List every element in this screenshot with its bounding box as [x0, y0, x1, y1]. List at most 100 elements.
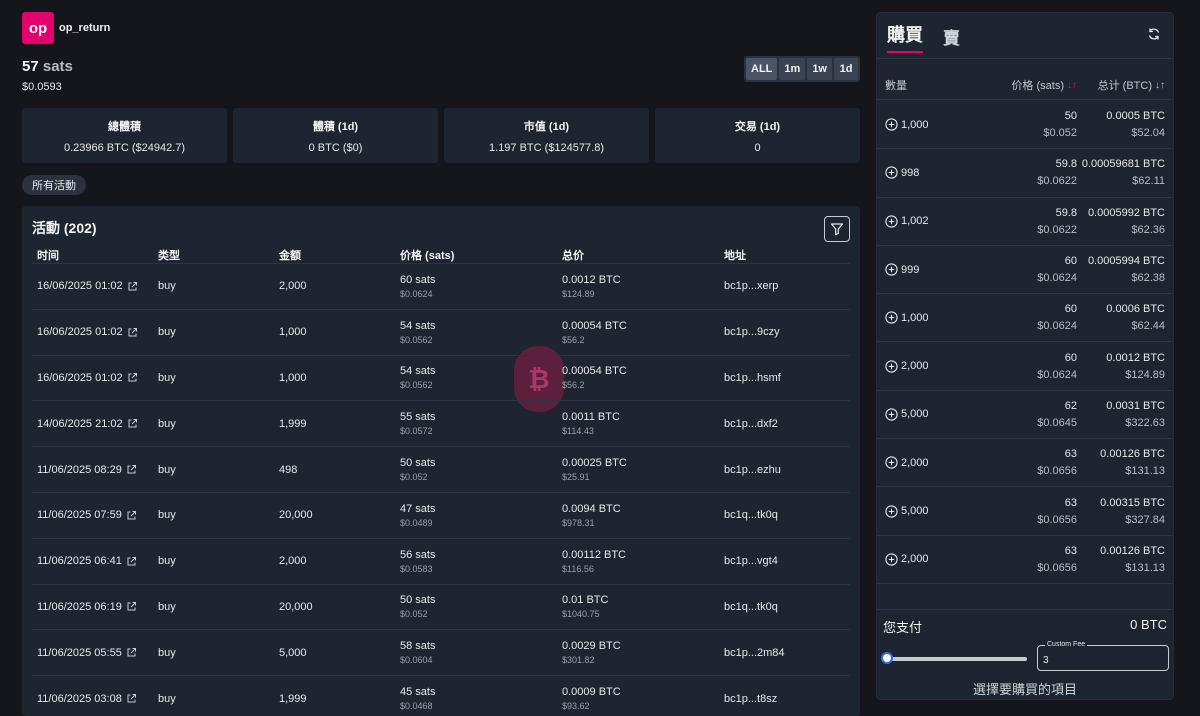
add-circle-icon[interactable] [885, 456, 898, 469]
range-button-all[interactable]: ALL [746, 58, 778, 80]
cell-address[interactable]: bc1p...vgt4 [719, 555, 850, 567]
cell-address[interactable]: bc1q...tk0q [719, 509, 850, 521]
trade-tabs: 購買 賣 [887, 21, 960, 53]
add-circle-icon[interactable] [885, 166, 898, 180]
cell-address[interactable]: bc1p...xerp [719, 280, 850, 292]
cell-address[interactable]: bc1q...tk0q [719, 601, 850, 613]
cell-type: buy [158, 555, 176, 568]
cell-price: 50 sats $0.052 [395, 457, 557, 482]
cell-address[interactable]: bc1p...dxf2 [719, 418, 850, 430]
tab-sell[interactable]: 賣 [943, 24, 960, 53]
total-btc: 0.0029 BTC [562, 640, 621, 653]
external-link-icon[interactable] [127, 372, 138, 383]
total-btc: 0.00112 BTC [562, 548, 627, 561]
add-circle-icon[interactable] [885, 359, 898, 373]
order-qty-text: 999 [901, 263, 920, 276]
order-qty-text: 2,000 [901, 553, 929, 566]
external-link-icon[interactable] [126, 464, 137, 475]
order-total: 0.00126 BTC $131.13 [1077, 448, 1165, 477]
cell-address[interactable]: bc1p...ezhu [719, 464, 850, 476]
refresh-icon[interactable] [1147, 27, 1161, 41]
order-row[interactable]: 5,000 62 $0.0645 0.0031 BTC $322.63 [877, 391, 1173, 440]
cell-type: buy [158, 371, 176, 384]
order-row[interactable]: 1,000 50 $0.052 0.0005 BTC $52.04 [877, 101, 1173, 150]
external-link-icon[interactable] [127, 281, 138, 292]
time-text: 14/06/2025 21:02 [37, 417, 123, 430]
order-total-btc: 0.0005994 BTC [1087, 255, 1165, 268]
add-circle-icon[interactable] [885, 311, 898, 324]
order-price: 60 $0.0624 [987, 303, 1077, 332]
order-row[interactable]: 5,000 63 $0.0656 0.00315 BTC $327.84 [877, 487, 1173, 536]
add-circle-icon[interactable] [885, 215, 898, 228]
add-circle-icon[interactable] [885, 504, 898, 518]
header-price-sort[interactable]: 价格 (sats) ↓↑ [987, 77, 1077, 93]
order-row[interactable]: 1,002 59.8 $0.0622 0.0005992 BTC $62.36 [877, 198, 1173, 246]
order-row[interactable]: 1,000 60 $0.0624 0.0006 BTC $62.44 [877, 294, 1173, 343]
stat-label: 總體積 [108, 120, 141, 133]
external-link-icon[interactable] [126, 556, 137, 567]
time-text: 16/06/2025 01:02 [37, 326, 123, 339]
cell-price: 60 sats $0.0624 [395, 274, 557, 299]
select-item-hint: 選擇要購買的項目 [972, 682, 1077, 697]
cell-address[interactable]: bc1p...t8sz [719, 693, 850, 705]
cell-total: 0.0094 BTC $978.31 [557, 503, 719, 528]
external-link-icon[interactable] [126, 693, 137, 704]
range-button-1d[interactable]: 1d [834, 58, 858, 80]
order-price-usd: $0.0622 [1037, 175, 1077, 188]
cell-total: 0.0011 BTC $114.43 [557, 411, 719, 436]
range-button-1m[interactable]: 1m [779, 58, 806, 80]
time-text: 11/06/2025 03:08 [37, 692, 122, 705]
cell-address[interactable]: bc1p...2m84 [719, 647, 850, 659]
cell-time: 16/06/2025 01:02 [32, 326, 153, 338]
external-link-icon[interactable] [126, 601, 137, 612]
table-row: 11/06/2025 08:29 buy 498 50 sats $0.052 0.000… [32, 447, 850, 493]
add-circle-icon[interactable] [885, 408, 898, 421]
all-activity-filter[interactable]: 所有活動 [22, 175, 86, 195]
external-link-icon[interactable] [126, 647, 137, 658]
order-row[interactable]: 999 60 $0.0624 0.0005994 BTC $62.38 [877, 246, 1173, 295]
total-usd: $93.62 [562, 701, 590, 712]
stat-value: 0 [754, 141, 761, 154]
order-row[interactable]: 998 59.8 $0.0622 0.00059681 BTC $62.11 [877, 149, 1173, 198]
fee-slider-track[interactable] [887, 657, 1027, 661]
custom-fee-input[interactable] [1043, 653, 1163, 667]
pay-label: 您支付 [883, 620, 923, 635]
order-row[interactable]: 2,000 63 $0.0656 0.00126 BTC $131.13 [877, 439, 1173, 488]
stat-label: 體積 (1d) [312, 120, 359, 133]
filter-button[interactable] [824, 216, 850, 242]
trade-panel: 購買 賣 數量 价格 (sats) ↓↑ 总计 (BTC) ↓↑ 1,000 50… [876, 12, 1174, 700]
token-price: 57 sats [22, 58, 73, 75]
cell-address[interactable]: bc1p...9czy [719, 326, 850, 338]
total-usd: $56.2 [562, 334, 585, 345]
order-total-btc: 0.00126 BTC [1100, 544, 1165, 557]
cell-total: 0.00112 BTC $116.56 [557, 549, 719, 574]
token-header: op op_return [22, 12, 860, 44]
range-button-1w[interactable]: 1w [807, 58, 832, 80]
add-circle-icon[interactable] [885, 118, 898, 131]
header-address: 地址 [724, 249, 746, 262]
external-link-icon[interactable] [126, 510, 137, 521]
cell-type: buy [158, 280, 176, 293]
stat-label: 市值 (1d) [523, 120, 570, 133]
external-link-icon[interactable] [127, 418, 138, 429]
add-circle-icon[interactable] [885, 263, 898, 276]
order-price-usd: $0.0656 [1037, 465, 1077, 478]
order-qty-text: 2,000 [901, 456, 929, 469]
fee-slider-knob[interactable] [881, 652, 893, 664]
add-circle-icon[interactable] [885, 553, 898, 566]
price-sats: 54 sats [400, 319, 436, 332]
order-total: 0.00126 BTC $131.13 [1077, 545, 1165, 574]
header-total-sort[interactable]: 总计 (BTC) ↓↑ [1077, 77, 1165, 93]
order-row[interactable]: 2,000 63 $0.0656 0.00126 BTC $131.13 [877, 536, 1173, 584]
order-total-usd: $327.84 [1125, 513, 1165, 526]
tab-buy[interactable]: 購買 [887, 21, 923, 53]
cell-address[interactable]: bc1p...hsmf [719, 372, 850, 384]
order-price-usd: $0.0624 [1037, 368, 1077, 381]
order-row[interactable]: 2,000 60 $0.0624 0.0012 BTC $124.89 [877, 342, 1173, 391]
total-btc: 0.0011 BTC [562, 411, 620, 424]
external-link-icon[interactable] [127, 327, 138, 338]
order-total-usd: $62.11 [1132, 175, 1165, 188]
time-text: 11/06/2025 07:59 [37, 509, 122, 522]
divider [877, 609, 1173, 610]
stat-value: 0.23966 BTC ($24942.7) [63, 141, 186, 154]
